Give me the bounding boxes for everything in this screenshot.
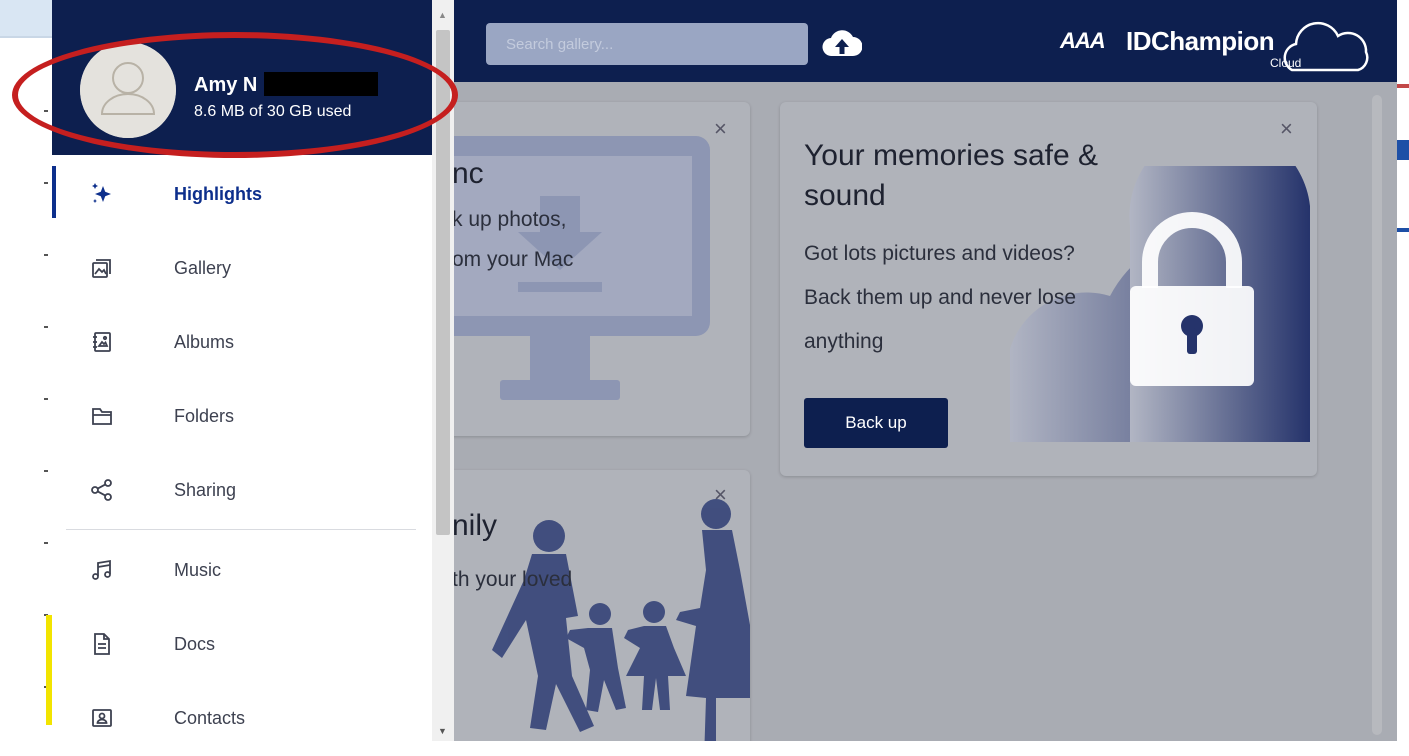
- background-window-edge: [0, 0, 160, 741]
- background-window-edge-right: [1397, 0, 1409, 741]
- card-title: Your memories safe &: [804, 139, 1099, 172]
- card-text: anything: [804, 330, 884, 353]
- redaction-bar: [264, 72, 378, 96]
- music-icon: [92, 559, 111, 580]
- brand-logo: AAA IDChampion Cloud: [1060, 18, 1370, 74]
- card-text: Got lots pictures and videos?: [804, 242, 1075, 265]
- scroll-up-arrow-icon[interactable]: ▲: [438, 10, 447, 20]
- card-title: nc: [452, 157, 484, 190]
- nav-item-folders[interactable]: Folders: [52, 380, 432, 454]
- memories-card: × Your memories safe & sound Got lots pi…: [780, 102, 1317, 476]
- card-text: Back them up and never lose: [804, 286, 1076, 309]
- contact-icon: [92, 709, 112, 727]
- document-icon: [94, 633, 110, 655]
- nav-label: Music: [174, 560, 222, 580]
- folder-icon: [92, 408, 112, 425]
- nav-label: Folders: [174, 406, 235, 426]
- card-title: nily: [452, 509, 498, 542]
- nav-divider: [66, 529, 416, 530]
- close-icon[interactable]: ×: [1280, 118, 1293, 140]
- card-text: om your Mac: [452, 248, 574, 271]
- storage-usage: 8.6 MB of 30 GB used: [194, 103, 352, 120]
- scroll-down-arrow-icon[interactable]: ▼: [438, 726, 447, 736]
- nav-item-music[interactable]: Music: [52, 534, 432, 608]
- brand-name: IDChampion: [1126, 26, 1275, 56]
- family-silhouette-illustration: [492, 499, 750, 741]
- nav-item-gallery[interactable]: Gallery: [52, 232, 432, 306]
- close-icon[interactable]: ×: [714, 484, 727, 506]
- nav-label: Contacts: [174, 708, 246, 728]
- main-scrollbar[interactable]: [1372, 95, 1382, 735]
- card-text: th your loved: [452, 568, 573, 591]
- nav-label: Gallery: [174, 258, 232, 278]
- nav-item-highlights[interactable]: Highlights: [52, 158, 432, 232]
- album-icon: [93, 332, 111, 352]
- aaa-logo: AAA: [1060, 28, 1106, 53]
- avatar[interactable]: [80, 42, 176, 138]
- close-icon[interactable]: ×: [714, 118, 727, 140]
- nav-label: Albums: [174, 332, 235, 352]
- active-indicator: [52, 166, 56, 218]
- gallery-icon: [92, 259, 111, 278]
- scrollbar-thumb[interactable]: [436, 30, 450, 535]
- user-name: Amy N: [194, 74, 258, 96]
- nav-label: Docs: [174, 634, 216, 654]
- back-up-button[interactable]: Back up: [804, 398, 948, 448]
- nav-label: Highlights: [174, 184, 262, 204]
- nav-item-docs[interactable]: Docs: [52, 608, 432, 682]
- sparkle-icon: [92, 183, 111, 203]
- search-input[interactable]: [486, 23, 808, 65]
- nav-label: Sharing: [174, 480, 237, 500]
- drawer-scrollbar[interactable]: ▲ ▼: [432, 0, 454, 741]
- cloud-upload-icon[interactable]: [822, 26, 862, 62]
- nav-item-albums[interactable]: Albums: [52, 306, 432, 380]
- card-text: k up photos,: [452, 208, 567, 231]
- share-icon: [91, 479, 112, 501]
- cloud-logo-icon: [1283, 21, 1369, 72]
- card-title: sound: [804, 179, 886, 212]
- nav-item-sharing[interactable]: Sharing: [52, 454, 432, 528]
- account-header[interactable]: Amy N 8.6 MB of 30 GB used: [52, 0, 432, 155]
- navigation-drawer: Amy N 8.6 MB of 30 GB used Highlights Ga…: [52, 0, 454, 741]
- nav-item-contacts[interactable]: Contacts: [52, 682, 432, 756]
